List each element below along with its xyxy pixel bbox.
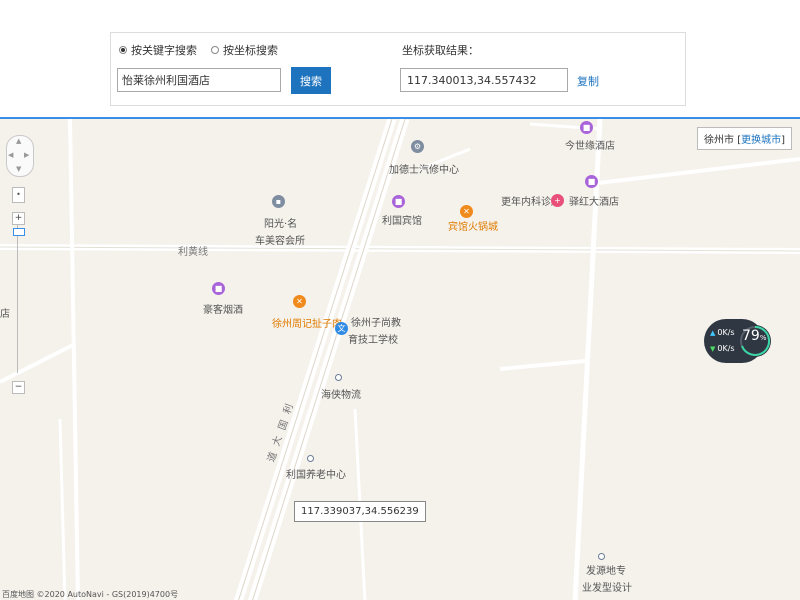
memory-percent-value: 79 xyxy=(742,328,760,344)
restaurant-icon[interactable]: ✕ xyxy=(293,295,306,308)
search-mode-radio-group: 按关键字搜索 按坐标搜索 xyxy=(119,42,278,58)
radio-unchecked-icon xyxy=(211,46,219,54)
map-copyright: 百度地图 ©2020 AutoNavi - GS(2019)4700号 xyxy=(2,590,179,599)
zoom-slider-thumb[interactable] xyxy=(13,228,25,236)
city-selector: 徐州市 [更换城市] xyxy=(697,127,792,150)
upload-arrow-icon: ▲ xyxy=(710,328,716,337)
poi-hotel-jinshi[interactable]: 今世缘酒店 xyxy=(565,141,615,153)
coordinate-search-panel: 按关键字搜索 按坐标搜索 搜索 坐标获取结果： 复制 xyxy=(110,32,686,106)
search-button[interactable]: 搜索 xyxy=(291,67,331,94)
coord-result-field[interactable] xyxy=(400,68,568,92)
map-canvas[interactable]: 利黄线 利 国 大 道 ⚙ 加德士汽修中心 ■ 今世缘酒店 更年内科诊所 + ■… xyxy=(0,117,800,600)
poi-car-beauty-line2[interactable]: 车美容会所 xyxy=(255,236,305,248)
download-speed-value: 0K/s xyxy=(717,344,735,353)
poi-edge-hotel[interactable]: 店 xyxy=(0,309,10,321)
road-network xyxy=(0,119,800,600)
download-speed: ▼ 0K/s xyxy=(710,344,735,353)
shop-icon[interactable]: ■ xyxy=(212,282,225,295)
copy-link[interactable]: 复制 xyxy=(577,73,599,89)
memory-percent-unit: % xyxy=(759,334,767,342)
radio-keyword-search[interactable]: 按关键字搜索 xyxy=(119,42,197,58)
locate-button[interactable]: • xyxy=(12,187,25,203)
poi-school-line2[interactable]: 育技工学校 xyxy=(348,335,398,347)
poi-hotel-yihong[interactable]: 驿红大酒店 xyxy=(569,197,619,209)
pan-up-icon[interactable]: ▲ xyxy=(16,137,21,145)
poi-elderly-center[interactable]: 利国养老中心 xyxy=(286,470,346,482)
hotel-icon[interactable]: ■ xyxy=(392,195,405,208)
radio-coord-search[interactable]: 按坐标搜索 xyxy=(211,42,278,58)
pan-left-icon[interactable]: ◀ xyxy=(8,151,13,159)
poi-car-beauty-line1[interactable]: 阳光·名 xyxy=(264,219,297,231)
poi-dot-icon[interactable] xyxy=(598,553,605,560)
poi-dot-icon[interactable] xyxy=(335,374,342,381)
search-input[interactable] xyxy=(117,68,281,92)
clinic-icon[interactable]: + xyxy=(551,194,564,207)
poi-school-line1[interactable]: 徐州子尚教 xyxy=(351,318,401,330)
poi-liguo-hotel[interactable]: 利国宾馆 xyxy=(382,216,422,228)
hotel-icon[interactable]: ■ xyxy=(585,175,598,188)
radio-keyword-label: 按关键字搜索 xyxy=(131,44,197,57)
pan-down-icon[interactable]: ▼ xyxy=(16,165,21,173)
zoom-slider-track[interactable] xyxy=(17,225,18,373)
poi-hair-design-line2[interactable]: 业发型设计 xyxy=(582,583,632,595)
poi-hotpot[interactable]: 宾馆火锅城 xyxy=(448,222,498,234)
restaurant-icon[interactable]: ✕ xyxy=(460,205,473,218)
school-icon[interactable]: 文 xyxy=(335,322,348,335)
pan-control[interactable]: ▲ ◀ ▶ ▼ xyxy=(6,135,34,177)
wrench-icon[interactable]: ⚙ xyxy=(411,140,424,153)
poi-rabbit-restaurant[interactable]: 徐州周记扯子肉 xyxy=(272,319,342,331)
poi-dot-icon[interactable] xyxy=(307,455,314,462)
hotel-icon[interactable]: ■ xyxy=(580,121,593,134)
poi-tobacco[interactable]: 豪客烟酒 xyxy=(203,305,243,317)
download-arrow-icon: ▼ xyxy=(710,344,716,353)
change-city-link[interactable]: 更换城市 xyxy=(741,135,781,146)
zoom-out-button[interactable]: − xyxy=(12,381,25,394)
poi-auto-repair[interactable]: 加德士汽修中心 xyxy=(389,165,459,177)
map-coordinate-tooltip: 117.339037,34.556239 xyxy=(294,501,426,522)
current-city: 徐州市 xyxy=(704,135,734,146)
radio-checked-icon xyxy=(119,46,127,54)
poi-logistics[interactable]: 海侠物流 xyxy=(321,390,361,402)
road-label-liguo-line: 利黄线 xyxy=(178,247,208,258)
poi-hair-design-line1[interactable]: 发源地专 xyxy=(586,566,626,578)
pan-right-icon[interactable]: ▶ xyxy=(24,151,29,159)
memory-percent: 79% xyxy=(742,328,766,344)
upload-speed: ▲ 0K/s xyxy=(710,328,735,337)
upload-speed-value: 0K/s xyxy=(717,328,735,337)
coord-result-label: 坐标获取结果： xyxy=(402,44,479,57)
radio-coord-label: 按坐标搜索 xyxy=(223,44,278,57)
bracket-close: ] xyxy=(781,135,785,146)
zoom-in-button[interactable]: + xyxy=(12,212,25,225)
car-icon[interactable]: ▪ xyxy=(272,195,285,208)
